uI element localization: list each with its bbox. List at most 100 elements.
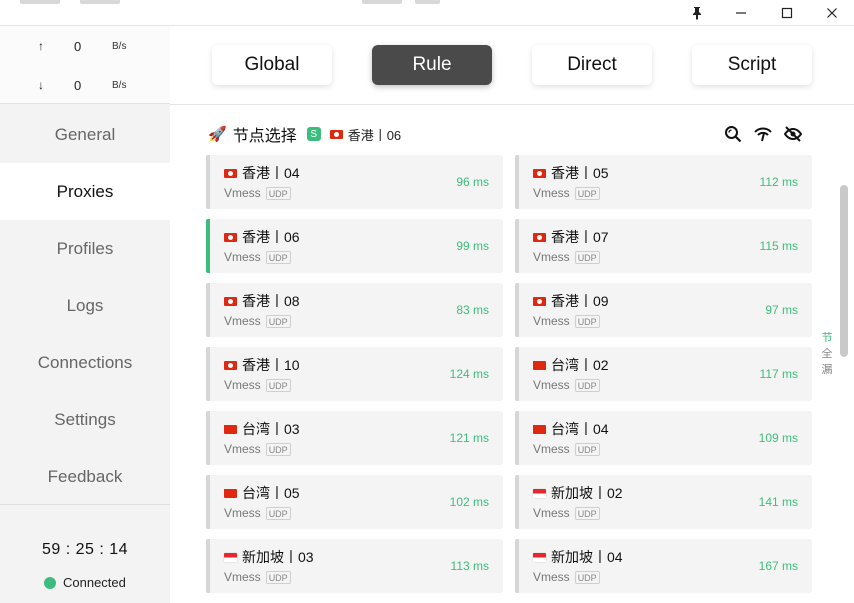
title-bar-remnant: [362, 0, 402, 4]
upload-unit: B/s: [112, 41, 127, 52]
proxy-type-label: Vmess: [224, 250, 261, 264]
proxy-delay[interactable]: 121 ms: [450, 431, 489, 445]
card-indicator: [515, 155, 519, 209]
tw-flag-icon: [224, 488, 237, 498]
proxy-name-label: 香港丨09: [551, 293, 609, 309]
mode-script-button[interactable]: Script: [692, 45, 812, 85]
proxy-type-label: Vmess: [533, 378, 570, 392]
udp-badge: UDP: [574, 314, 600, 328]
proxy-type-label: Vmess: [224, 314, 261, 328]
rocket-icon: 🚀: [208, 126, 227, 143]
proxy-card[interactable]: 新加坡丨03 Vmess UDP 113 ms: [206, 539, 503, 593]
proxy-card[interactable]: 香港丨06 Vmess UDP 99 ms: [206, 219, 503, 273]
maximize-icon[interactable]: [767, 0, 807, 26]
sidebar-item-settings[interactable]: Settings: [0, 391, 170, 448]
sidebar-item-connections[interactable]: Connections: [0, 334, 170, 391]
side-index-item[interactable]: 全: [820, 346, 834, 362]
card-indicator: [206, 539, 210, 593]
card-indicator: [206, 411, 210, 465]
card-indicator: [515, 283, 519, 337]
hk-flag-icon: [329, 129, 343, 139]
title-bar-remnant: [415, 0, 440, 4]
card-indicator: [515, 411, 519, 465]
proxy-delay[interactable]: 96 ms: [456, 175, 489, 189]
proxy-card[interactable]: 香港丨04 Vmess UDP 96 ms: [206, 155, 503, 209]
proxy-name-label: 香港丨04: [242, 165, 300, 181]
proxy-card[interactable]: 新加坡丨04 Vmess UDP 167 ms: [515, 539, 812, 593]
proxy-delay[interactable]: 141 ms: [759, 495, 798, 509]
card-indicator: [206, 283, 210, 337]
proxy-card[interactable]: 台湾丨04 Vmess UDP 109 ms: [515, 411, 812, 465]
side-index-item[interactable]: 节: [820, 330, 834, 346]
sidebar-item-profiles[interactable]: Profiles: [0, 220, 170, 277]
upload-arrow-icon: ↑: [38, 39, 44, 53]
proxy-card[interactable]: 香港丨05 Vmess UDP 112 ms: [515, 155, 812, 209]
proxy-delay[interactable]: 124 ms: [450, 367, 489, 381]
proxy-name: 香港丨09: [533, 291, 609, 311]
proxy-delay[interactable]: 112 ms: [760, 175, 798, 189]
proxy-delay[interactable]: 117 ms: [760, 367, 798, 381]
pin-icon[interactable]: [677, 0, 717, 26]
proxy-delay[interactable]: 115 ms: [760, 239, 798, 253]
proxy-name: 香港丨07: [533, 227, 609, 247]
udp-badge: UDP: [265, 506, 291, 520]
hk-flag-icon: [224, 232, 237, 242]
proxy-card[interactable]: 香港丨08 Vmess UDP 83 ms: [206, 283, 503, 337]
download-unit: B/s: [112, 80, 127, 91]
side-index-item[interactable]: 漏: [820, 362, 834, 378]
proxy-name-label: 台湾丨02: [551, 357, 609, 373]
proxy-delay[interactable]: 102 ms: [450, 495, 489, 509]
mode-rule-button[interactable]: Rule: [372, 45, 492, 85]
proxy-card[interactable]: 香港丨10 Vmess UDP 124 ms: [206, 347, 503, 401]
udp-badge: UDP: [574, 442, 600, 456]
proxy-delay[interactable]: 97 ms: [765, 303, 798, 317]
proxy-card[interactable]: 台湾丨03 Vmess UDP 121 ms: [206, 411, 503, 465]
proxy-type: Vmess UDP: [533, 506, 600, 520]
udp-badge: UDP: [574, 186, 600, 200]
latency-test-icon[interactable]: [754, 125, 772, 143]
proxy-type-label: Vmess: [224, 186, 261, 200]
proxy-name-label: 香港丨05: [551, 165, 609, 181]
proxy-card[interactable]: 香港丨09 Vmess UDP 97 ms: [515, 283, 812, 337]
sidebar-item-general[interactable]: General: [0, 106, 170, 163]
hk-flag-icon: [533, 296, 546, 306]
sidebar-item-proxies[interactable]: Proxies: [0, 163, 170, 220]
proxy-type-label: Vmess: [224, 506, 261, 520]
download-speed: ↓ 0 B/s: [0, 76, 170, 96]
mode-global-button[interactable]: Global: [212, 45, 332, 85]
proxy-type-label: Vmess: [533, 186, 570, 200]
proxy-card[interactable]: 台湾丨05 Vmess UDP 102 ms: [206, 475, 503, 529]
card-indicator: [206, 475, 210, 529]
card-indicator: [206, 347, 210, 401]
selected-indicator: [206, 219, 210, 273]
mode-direct-button[interactable]: Direct: [532, 45, 652, 85]
close-icon[interactable]: [812, 0, 852, 26]
sidebar-item-logs[interactable]: Logs: [0, 277, 170, 334]
title-bar: [0, 0, 854, 26]
sg-flag-icon: [224, 552, 237, 562]
proxy-card[interactable]: 香港丨07 Vmess UDP 115 ms: [515, 219, 812, 273]
proxy-delay[interactable]: 113 ms: [451, 559, 489, 573]
hide-icon[interactable]: [783, 125, 803, 143]
proxy-name: 台湾丨03: [224, 419, 300, 439]
udp-badge: UDP: [574, 250, 600, 264]
proxy-delay[interactable]: 99 ms: [456, 239, 489, 253]
proxy-type: Vmess UDP: [224, 570, 291, 584]
scrollbar[interactable]: [840, 185, 848, 357]
proxy-delay[interactable]: 109 ms: [759, 431, 798, 445]
proxy-name-label: 台湾丨04: [551, 421, 609, 437]
proxy-delay[interactable]: 167 ms: [759, 559, 798, 573]
search-icon[interactable]: [724, 125, 742, 143]
proxy-name: 香港丨06: [224, 227, 300, 247]
tw-flag-icon: [224, 424, 237, 434]
minimize-icon[interactable]: [721, 0, 761, 26]
proxy-group-header[interactable]: 🚀 节点选择 S 香港丨06: [208, 124, 401, 145]
udp-badge: UDP: [574, 506, 600, 520]
proxy-type: Vmess UDP: [533, 442, 600, 456]
proxy-card[interactable]: 台湾丨02 Vmess UDP 117 ms: [515, 347, 812, 401]
proxy-delay[interactable]: 83 ms: [456, 303, 489, 317]
proxy-card[interactable]: 新加坡丨02 Vmess UDP 141 ms: [515, 475, 812, 529]
sidebar-item-feedback[interactable]: Feedback: [0, 448, 170, 505]
proxy-type-label: Vmess: [224, 442, 261, 456]
proxy-type: Vmess UDP: [533, 570, 600, 584]
